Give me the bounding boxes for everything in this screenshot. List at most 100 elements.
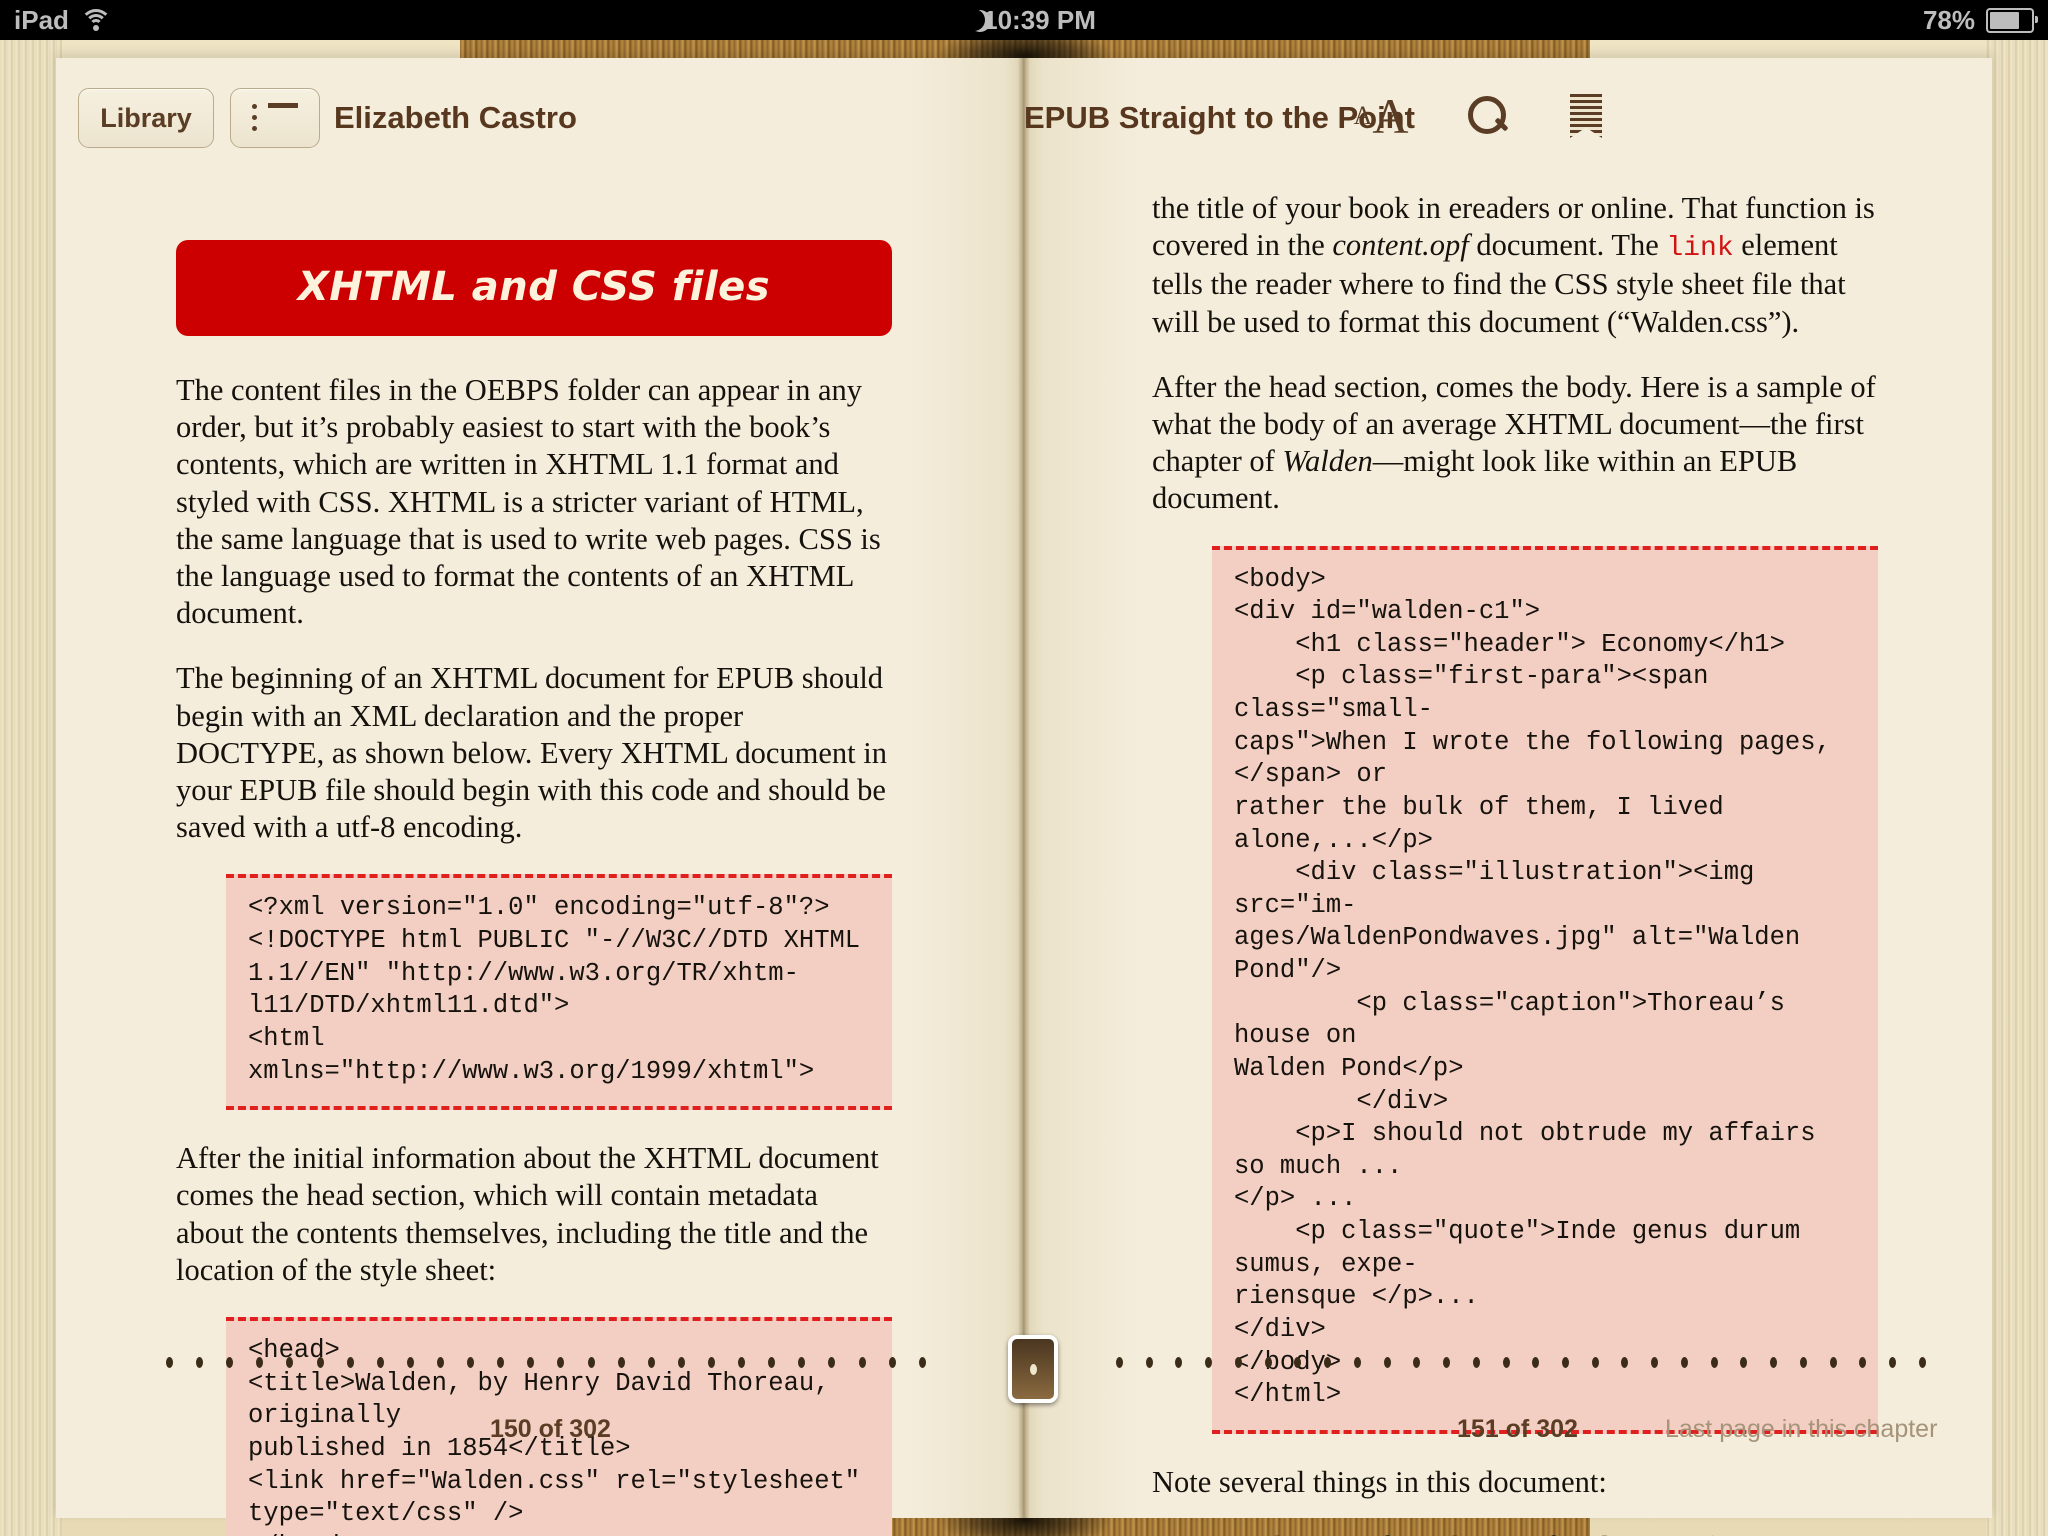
paragraph: After the initial information about the … bbox=[176, 1141, 879, 1287]
scrubber-dot bbox=[1472, 1357, 1480, 1368]
scrubber-dot bbox=[196, 1357, 204, 1368]
scrubber-dot bbox=[1799, 1357, 1807, 1368]
scrubber-dot bbox=[858, 1357, 866, 1368]
battery-percent-label: 78% bbox=[1922, 4, 1975, 35]
paragraph: Note several things in this document: bbox=[1152, 1464, 1607, 1499]
scrubber-dot bbox=[1443, 1357, 1451, 1368]
scrubber-dot bbox=[828, 1357, 836, 1368]
scrubber-dot bbox=[888, 1357, 896, 1368]
scrubber-dot bbox=[918, 1357, 926, 1368]
search-icon bbox=[1468, 96, 1508, 136]
scrubber-dot bbox=[527, 1357, 535, 1368]
chapter-progress-label: Last page in this chapter bbox=[1665, 1415, 1938, 1443]
scrubber-dot bbox=[436, 1357, 444, 1368]
status-bar-right: 78% bbox=[1922, 4, 2038, 36]
paragraph-text: document. The bbox=[1468, 228, 1667, 263]
paragraph-emphasis: content.opf bbox=[1332, 228, 1469, 263]
table-of-contents-button[interactable] bbox=[230, 88, 320, 148]
ibooks-book-view: Library Elizabeth Castro EPUB Straight t… bbox=[0, 40, 2048, 1536]
scrubber-dot bbox=[1710, 1357, 1718, 1368]
paragraph: the title of your book in ereaders or on… bbox=[1152, 190, 1878, 341]
scrubber-dot bbox=[1770, 1357, 1778, 1368]
scrubber-dot bbox=[1918, 1357, 1926, 1368]
author-label: Elizabeth Castro bbox=[334, 100, 577, 135]
font-size-small-a: A bbox=[1353, 101, 1373, 130]
scrubber-dot bbox=[1353, 1357, 1361, 1368]
page-scrubber[interactable] bbox=[56, 1335, 1992, 1403]
font-size-button[interactable]: AA bbox=[1342, 84, 1420, 148]
book-spine bbox=[1018, 58, 1030, 1518]
paragraph-emphasis: Walden bbox=[1282, 444, 1373, 479]
battery-icon bbox=[1986, 7, 2038, 33]
scrubber-dot bbox=[1591, 1357, 1599, 1368]
scrubber-dot bbox=[1859, 1357, 1867, 1368]
scrubber-dot bbox=[497, 1357, 505, 1368]
page-edge-right bbox=[1986, 40, 2048, 1536]
status-bar: iPad 10:39 PM 78% bbox=[0, 0, 2048, 40]
scrubber-dot bbox=[1383, 1357, 1391, 1368]
library-button[interactable]: Library bbox=[78, 88, 214, 148]
scrubber-dot bbox=[1205, 1357, 1213, 1368]
list-item: There are four classes of p elements (fi… bbox=[1210, 1529, 1878, 1536]
page-edge-left bbox=[0, 40, 62, 1536]
paragraph: The beginning of an XHTML document for E… bbox=[176, 661, 888, 845]
paragraph: After the head section, comes the body. … bbox=[1152, 369, 1878, 518]
scrubber-dot bbox=[1116, 1357, 1123, 1368]
scrubber-dot bbox=[1294, 1357, 1302, 1368]
inline-code: link bbox=[1666, 233, 1734, 265]
list-icon bbox=[252, 103, 298, 133]
scrubber-dot bbox=[376, 1357, 384, 1368]
page-number-left: 150 of 302 bbox=[490, 1415, 611, 1443]
scrubber-dot bbox=[406, 1357, 414, 1368]
scrubber-dot bbox=[1532, 1357, 1540, 1368]
scrubber-dots-left bbox=[166, 1357, 926, 1368]
scrubber-dot bbox=[1740, 1357, 1748, 1368]
scrubber-dot bbox=[467, 1357, 475, 1368]
clock-label: 10:39 PM bbox=[983, 4, 1096, 35]
scrubber-dot bbox=[1502, 1357, 1510, 1368]
scrubber-dot bbox=[1680, 1357, 1688, 1368]
scrubber-dot bbox=[256, 1357, 264, 1368]
moon-icon bbox=[952, 9, 974, 31]
scrubber-dot bbox=[226, 1357, 234, 1368]
font-size-large-a: A bbox=[1372, 88, 1409, 144]
scrubber-dot bbox=[768, 1357, 776, 1368]
scrubber-dot bbox=[677, 1357, 685, 1368]
scrubber-dot bbox=[798, 1357, 806, 1368]
scrubber-dot bbox=[1175, 1357, 1183, 1368]
scrubber-dot bbox=[316, 1357, 324, 1368]
scrubber-dot bbox=[1324, 1357, 1332, 1368]
bookmark-icon bbox=[1570, 94, 1602, 138]
reader-toolbar: Library Elizabeth Castro EPUB Straight t… bbox=[56, 58, 1992, 158]
scrubber-dot bbox=[1889, 1357, 1897, 1368]
scrubber-dot bbox=[1562, 1357, 1570, 1368]
scrubber-dot bbox=[1651, 1357, 1659, 1368]
code-block: <body> <div id="walden-c1"> <h1 class="h… bbox=[1212, 545, 1878, 1434]
scrubber-dot bbox=[617, 1357, 625, 1368]
scrubber-dot bbox=[738, 1357, 746, 1368]
scrubber-dot bbox=[1829, 1357, 1837, 1368]
bookmark-button[interactable] bbox=[1556, 84, 1616, 148]
scrubber-dot bbox=[707, 1357, 715, 1368]
status-bar-center: 10:39 PM bbox=[0, 5, 2048, 36]
scrubber-dot bbox=[1413, 1357, 1421, 1368]
scrubber-dot bbox=[557, 1357, 565, 1368]
scrubber-dot bbox=[1234, 1357, 1242, 1368]
scrubber-dot bbox=[587, 1357, 595, 1368]
paragraph: The content files in the OEBPS folder ca… bbox=[176, 373, 881, 631]
search-button[interactable] bbox=[1456, 84, 1520, 148]
paragraph-text: There are four classes of bbox=[1256, 1530, 1563, 1536]
scrubber-dot bbox=[346, 1357, 354, 1368]
library-button-label: Library bbox=[100, 102, 192, 133]
scrubber-dot bbox=[166, 1357, 173, 1368]
page-number-right: 151 of 302 bbox=[1457, 1415, 1578, 1443]
paragraph-text: elements ( bbox=[1580, 1530, 1714, 1536]
code-block: <?xml version="1.0" encoding="utf-8"?> <… bbox=[226, 874, 892, 1111]
scrubber-dot bbox=[647, 1357, 655, 1368]
bullet-list: There are four classes of p elements (fi… bbox=[1152, 1529, 1878, 1536]
chapter-heading-banner: XHTML and CSS files bbox=[176, 240, 892, 336]
scrubber-dot bbox=[286, 1357, 294, 1368]
scrubber-dot bbox=[1621, 1357, 1629, 1368]
page-position-thumb[interactable] bbox=[1008, 1335, 1058, 1403]
scrubber-dot bbox=[1145, 1357, 1153, 1368]
